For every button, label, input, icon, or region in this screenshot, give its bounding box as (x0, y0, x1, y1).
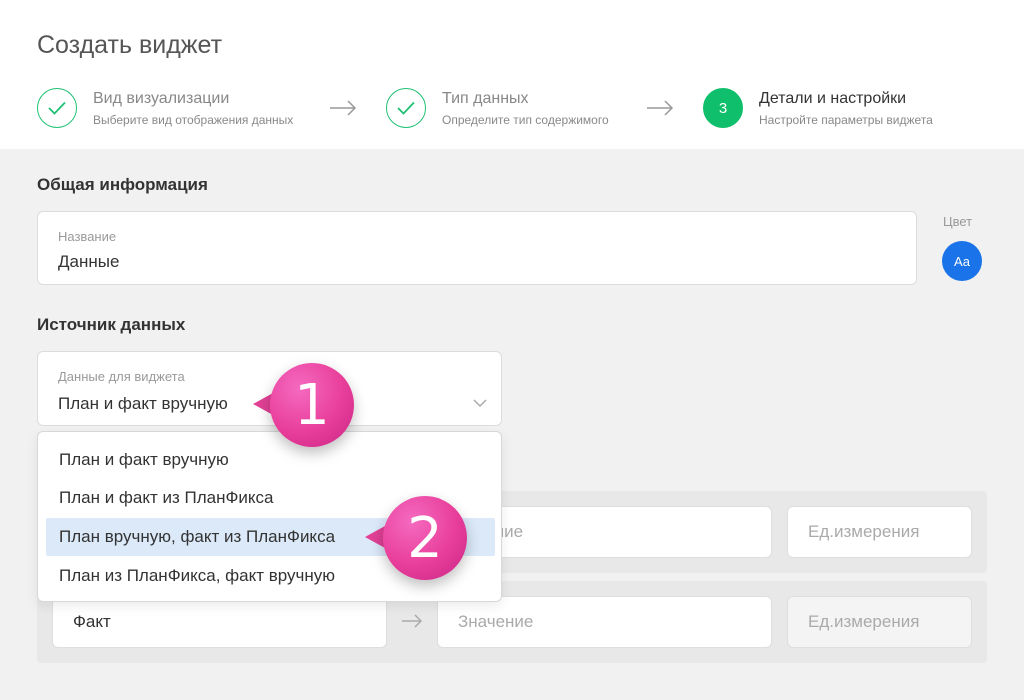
check-icon (397, 101, 415, 115)
callout-pointer (365, 526, 385, 548)
step-done-indicator (386, 88, 426, 128)
fact-unit-input[interactable]: Ед.измерения (787, 596, 972, 648)
widget-data-select-value: План и факт вручную (58, 394, 228, 413)
fact-value-input[interactable]: Значение (437, 596, 772, 648)
step-subtitle: Выберите вид отображения данных (93, 112, 294, 127)
name-field-value[interactable]: Данные (58, 252, 119, 272)
step-subtitle: Настройте параметры виджета (759, 112, 933, 127)
step-title: Детали и настройки (759, 89, 907, 107)
widget-data-select-label: Данные для виджета (58, 369, 185, 384)
step-subtitle: Определите тип содержимого (442, 112, 609, 127)
step-done-indicator (37, 88, 77, 128)
arrow-right-icon (647, 100, 674, 116)
chevron-down-icon[interactable] (472, 397, 488, 409)
step-data-type[interactable]: Тип данных Определите тип содержимого (386, 88, 609, 128)
step-visualization[interactable]: Вид визуализации Выберите вид отображени… (37, 88, 293, 128)
step-number-badge: 3 (703, 88, 743, 128)
dropdown-option[interactable]: План и факт вручную (46, 441, 495, 479)
color-picker-button[interactable]: Aa (942, 241, 982, 281)
section-title-source: Источник данных (37, 315, 186, 334)
section-title-general: Общая информация (37, 175, 208, 194)
arrow-right-icon (402, 614, 423, 628)
name-field-label: Название (58, 229, 117, 244)
fact-name-input[interactable]: Факт (52, 596, 387, 648)
wizard-header: Создать виджет Вид визуализации Выберите… (0, 0, 1024, 149)
callout-badge-2: 2 (383, 496, 467, 580)
arrow-right-icon (330, 100, 357, 116)
plan-unit-input[interactable]: Ед.измерения (787, 506, 972, 558)
step-details[interactable]: 3 Детали и настройки Настройте параметры… (703, 88, 933, 128)
name-field[interactable]: Название Данные (37, 211, 917, 285)
check-icon (48, 101, 66, 115)
callout-badge-1: 1 (270, 363, 354, 447)
step-title: Тип данных (442, 89, 529, 107)
color-label: Цвет (943, 214, 973, 229)
step-title: Вид визуализации (93, 89, 230, 107)
page-title: Создать виджет (37, 31, 223, 59)
